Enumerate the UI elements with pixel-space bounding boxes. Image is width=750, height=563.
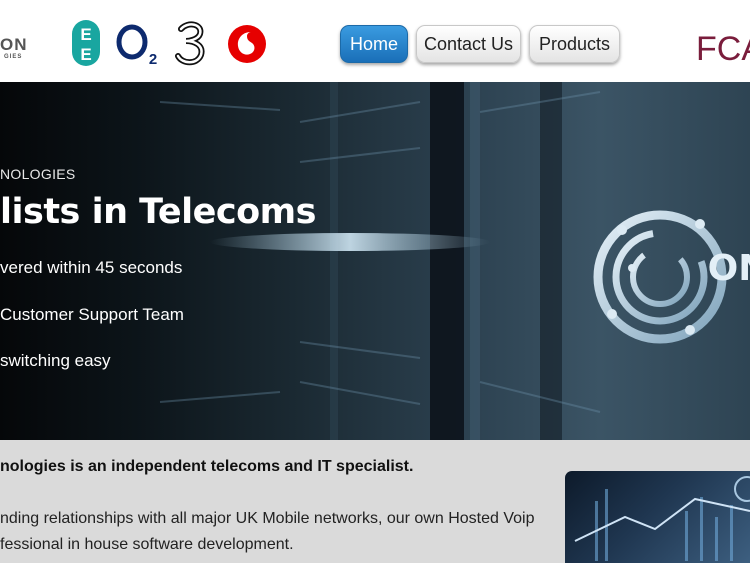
brand-logo[interactable]: ON GIES [0, 36, 28, 61]
brand-logo-line1: ON [0, 35, 28, 54]
about-image [565, 471, 750, 563]
nav-products-button[interactable]: Products [529, 25, 620, 63]
vodafone-logo-icon [228, 25, 266, 63]
about-heading: nologies is an independent telecoms and … [0, 458, 414, 475]
nav-home-button[interactable]: Home [340, 25, 408, 63]
fca-logo-text: FCA [696, 30, 750, 65]
hero-emblem-icon: ON [593, 210, 750, 344]
svg-text:2: 2 [149, 51, 157, 66]
about-section: nologies is an independent telecoms and … [0, 440, 750, 563]
three-logo-icon [175, 21, 205, 66]
hero-point: Customer Support Team [0, 305, 184, 324]
about-text-line: nding relationships with all major UK Mo… [0, 510, 535, 527]
hero-point: vered within 45 seconds [0, 258, 183, 277]
fca-logo-icon[interactable]: FCA [696, 27, 750, 65]
ee-logo-icon: E E [72, 20, 100, 66]
site-header: ON GIES E E 2 Home Contact Us Products F [0, 0, 750, 82]
o2-logo-icon: 2 [116, 24, 157, 66]
page: ON GIES E E 2 Home Contact Us Products F [0, 0, 750, 563]
brand-logo-line2: GIES [4, 54, 23, 60]
hero-point: switching easy [0, 351, 111, 370]
hero-emblem-text: ON [708, 248, 750, 289]
about-text-line: fessional in house software development. [0, 536, 294, 553]
nav-contact-button[interactable]: Contact Us [416, 25, 521, 63]
svg-text:E: E [80, 45, 91, 64]
hero-banner: ON NOLOGIES lists in Telecoms vered with… [0, 82, 750, 440]
svg-text:E: E [80, 25, 91, 44]
hero-eyebrow: NOLOGIES [0, 166, 76, 182]
hero-title: lists in Telecoms [0, 192, 316, 232]
